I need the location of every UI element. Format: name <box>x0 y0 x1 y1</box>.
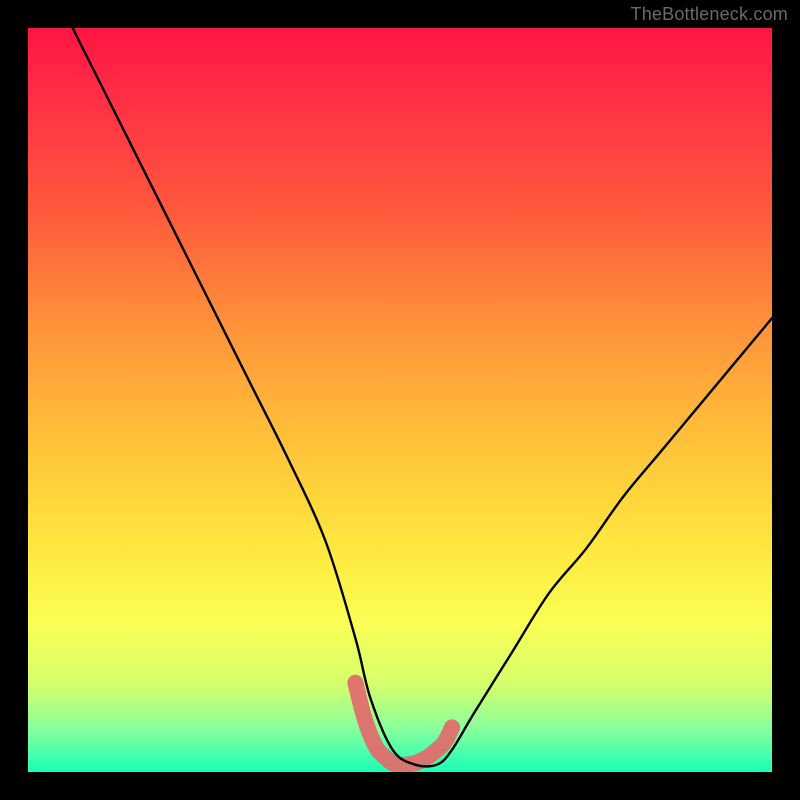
chart-frame: TheBottleneck.com <box>0 0 800 800</box>
primary-curve <box>73 28 772 766</box>
watermark-text: TheBottleneck.com <box>631 4 788 25</box>
chart-svg <box>28 28 772 772</box>
plot-area <box>28 28 772 772</box>
